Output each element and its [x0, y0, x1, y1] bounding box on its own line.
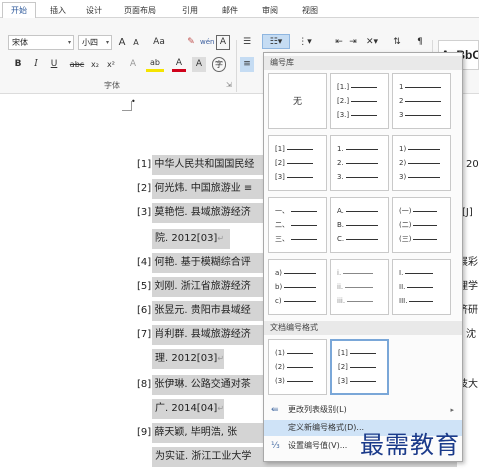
numbering-value-icon: ⅓: [271, 441, 280, 451]
list-item-tail: [J]: [462, 207, 473, 218]
bold-button[interactable]: B: [12, 57, 24, 72]
highlight-color-button[interactable]: ab: [146, 57, 164, 72]
none-label: 无: [292, 97, 302, 107]
list-item-tail: 20: [466, 159, 479, 170]
tab-mailings[interactable]: 邮件: [216, 3, 244, 18]
watermark-logo: 最需教育: [360, 431, 460, 459]
paragraph-mark: •: [131, 97, 136, 106]
list-item[interactable]: 院. 2012[03]↵: [155, 229, 224, 249]
numbering-none-tile[interactable]: 无: [268, 73, 327, 129]
list-item[interactable]: [8] 张伊琳. 公路交通对茶: [137, 375, 251, 395]
sort-icon[interactable]: ⇅: [390, 35, 404, 50]
numbering-tile[interactable]: a) b) c): [268, 259, 327, 315]
numbering-tile-selected[interactable]: [1] [2] [3]: [330, 339, 389, 395]
font-group-label: 字体: [104, 81, 120, 90]
superscript-button[interactable]: x²: [104, 57, 118, 72]
numbering-tile[interactable]: i. ii. iii.: [330, 259, 389, 315]
italic-button[interactable]: I: [30, 57, 42, 72]
numbering-icon[interactable]: ☷▾: [262, 34, 290, 49]
phonetic-guide-button[interactable]: wén: [200, 35, 214, 50]
decrease-indent-icon[interactable]: ⇤: [332, 35, 346, 50]
character-shading-button[interactable]: A: [192, 57, 206, 72]
tab-insert[interactable]: 插入: [44, 3, 72, 18]
list-item[interactable]: 理. 2012[03]↵: [155, 349, 224, 369]
list-item[interactable]: [5] 刘刚. 浙江省旅游经济: [137, 277, 251, 297]
numbering-tile[interactable]: 1 2 3: [392, 73, 451, 129]
numbering-tile[interactable]: 一、 二、 三、: [268, 197, 327, 253]
list-item[interactable]: [7] 肖利群. 县域旅游经济: [137, 325, 251, 345]
font-color-button[interactable]: A: [172, 57, 186, 72]
numbering-dropdown: 编号库 无 [1.] [2.] [3.] 1 2 3 [1] [2] [3] 1…: [263, 52, 463, 462]
indent-list-icon: ⇚: [271, 405, 279, 415]
text-effects-button[interactable]: A: [126, 57, 140, 72]
document-formats-title: 文档编号格式: [264, 321, 462, 335]
chevron-down-icon: ▾: [105, 39, 109, 46]
numbering-tile[interactable]: I. II. III.: [392, 259, 451, 315]
tab-page-layout[interactable]: 页面布局: [118, 3, 162, 18]
tab-design[interactable]: 设计: [80, 3, 108, 18]
change-case-button[interactable]: Aa: [150, 35, 168, 50]
list-item[interactable]: [4] 何艳. 基于模糊综合评: [137, 253, 251, 273]
list-item[interactable]: 广. 2014[04]↵: [155, 399, 224, 419]
list-item[interactable]: [9] 薛天颖, 毕明浩, 张: [137, 423, 237, 443]
numbering-tile[interactable]: [1] [2] [3]: [268, 135, 327, 191]
chinese-layout-icon[interactable]: ✕▾: [362, 35, 382, 50]
tab-references[interactable]: 引用: [176, 3, 204, 18]
bullets-icon[interactable]: ☰: [240, 35, 254, 50]
clear-format-icon[interactable]: ✎: [184, 35, 198, 50]
list-item[interactable]: [1] 中华人民共和国国民经: [137, 155, 254, 175]
strikethrough-button[interactable]: abc: [68, 57, 86, 72]
ribbon-tab-bar: 开始 插入 设计 页面布局 引用 邮件 审阅 视图: [0, 0, 479, 18]
increase-indent-icon[interactable]: ⇥: [346, 35, 360, 50]
shrink-font-button[interactable]: A: [130, 35, 142, 50]
chevron-down-icon: ▾: [67, 39, 71, 46]
numbering-tile[interactable]: (1) (2) (3): [268, 339, 327, 395]
subscript-button[interactable]: x₂: [88, 57, 102, 72]
underline-button[interactable]: U: [48, 57, 60, 72]
divider: [236, 40, 237, 92]
grow-font-button[interactable]: A: [116, 35, 128, 50]
list-item[interactable]: [2] 何光炜. 中国旅游业 ≡: [137, 179, 252, 199]
multilevel-list-icon[interactable]: ⋮▾: [294, 35, 316, 50]
align-left-icon[interactable]: ≡: [240, 57, 254, 72]
numbering-tile[interactable]: 1) 2) 3): [392, 135, 451, 191]
show-marks-icon[interactable]: ¶: [414, 35, 426, 50]
list-item[interactable]: [3] 莫艳恺. 县域旅游经济: [137, 203, 251, 223]
numbering-library-title: 编号库: [264, 56, 462, 70]
numbering-tile[interactable]: (一) (二) (三): [392, 197, 451, 253]
list-item-tail: 沈: [466, 329, 476, 340]
tab-review[interactable]: 审阅: [256, 3, 284, 18]
tab-view[interactable]: 视图: [296, 3, 324, 18]
tab-home[interactable]: 开始: [2, 2, 36, 18]
change-list-level-item[interactable]: ⇚ 更改列表级别(L) ▸: [264, 402, 462, 418]
chevron-right-icon: ▸: [450, 406, 454, 414]
numbering-tile[interactable]: A. B. C.: [330, 197, 389, 253]
enclose-characters-button[interactable]: 字: [212, 57, 226, 72]
dialog-launcher-icon[interactable]: ⇲: [226, 81, 232, 89]
font-name-combo[interactable]: 宋体 ▾: [8, 35, 74, 50]
list-item[interactable]: 为实证. 浙江工业大学: [155, 447, 251, 467]
character-border-button[interactable]: A: [216, 35, 230, 50]
numbering-tile[interactable]: [1.] [2.] [3.]: [330, 73, 389, 129]
list-item[interactable]: [6] 张昱元. 贵阳市县域经: [137, 301, 251, 321]
font-size-combo[interactable]: 小四 ▾: [78, 35, 112, 50]
numbering-tile[interactable]: 1. 2. 3.: [330, 135, 389, 191]
